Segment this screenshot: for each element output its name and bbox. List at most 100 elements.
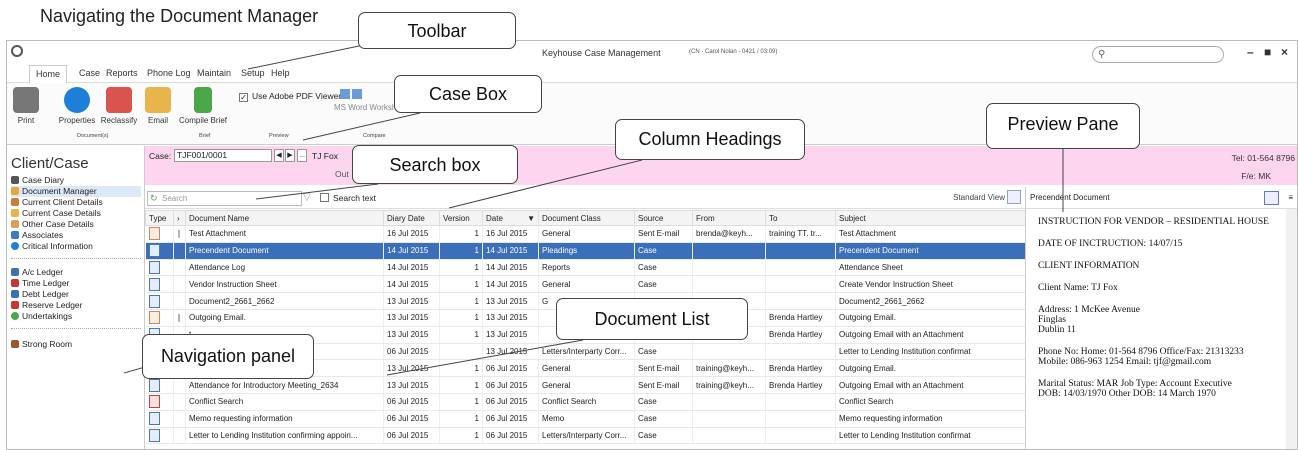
column-header[interactable]: To (765, 210, 836, 226)
cell-from[interactable] (692, 242, 766, 260)
attachment-cell[interactable] (173, 410, 186, 428)
cell-src[interactable]: Sent E-mail (634, 376, 693, 394)
cell-from[interactable] (692, 427, 766, 445)
nav-item-time-ledger[interactable]: Time Ledger (11, 278, 69, 289)
attachment-cell[interactable] (173, 242, 186, 260)
cell-src[interactable]: Case (634, 242, 693, 260)
cell-date[interactable]: 13 Jul 2015 (482, 309, 539, 327)
cell-diary[interactable]: 14 Jul 2015 (383, 259, 440, 277)
compile-brief-button[interactable]: Compile Brief (175, 87, 231, 125)
cell-subj[interactable]: Attendance Sheet (835, 259, 1026, 277)
table-row[interactable]: Letter to Lending Institution confirming… (145, 427, 1026, 445)
refresh-icon[interactable]: ↻ (150, 193, 158, 204)
cell-cls[interactable]: Pleadings (538, 242, 635, 260)
tab-maintain[interactable]: Maintain (197, 68, 231, 78)
cell-ver[interactable]: 1 (439, 292, 483, 310)
column-header[interactable]: Document Name (185, 210, 384, 226)
compare-icon[interactable] (340, 89, 350, 99)
cell-ver[interactable]: 1 (439, 225, 483, 243)
nav-item-case-diary[interactable]: Case Diary (11, 175, 64, 186)
cell-diary[interactable]: 14 Jul 2015 (383, 275, 440, 294)
table-row[interactable]: Vendor Instruction Sheet 14 Jul 2015 1 14 J… (145, 275, 1026, 294)
cell-cls[interactable]: General (538, 376, 635, 394)
cell-subj[interactable]: Outgoing Email with an Attachment (835, 326, 1026, 344)
cell-cls[interactable]: Reports (538, 259, 635, 277)
column-header[interactable]: Type (145, 210, 174, 226)
cell-subj[interactable]: Outgoing Email. (835, 309, 1026, 327)
cell-to[interactable]: Brenda Hartley (765, 359, 836, 378)
cell-src[interactable]: Case (634, 410, 693, 428)
search-text-checkbox[interactable]: Search text (320, 193, 376, 203)
print-button[interactable]: Print (13, 87, 39, 125)
nav-item-reserve-ledger[interactable]: Reserve Ledger (11, 300, 82, 311)
close-icon[interactable]: × (1281, 45, 1288, 59)
column-header[interactable]: Document Class (538, 210, 635, 226)
tab-help[interactable]: Help (271, 68, 290, 78)
cell-diary[interactable]: 13 Jul 2015 (383, 359, 440, 378)
compare-icon-2[interactable] (352, 89, 362, 99)
cell-from[interactable] (692, 343, 766, 361)
cell-to[interactable] (765, 343, 836, 361)
cell-ver[interactable]: 1 (439, 259, 483, 277)
case-input[interactable]: TJF001/0001 (174, 149, 272, 162)
cell-name[interactable]: Memo requesting information (185, 410, 384, 428)
column-header[interactable]: Diary Date (383, 210, 440, 226)
column-header[interactable]: Source (634, 210, 693, 226)
column-header[interactable]: Version (439, 210, 483, 226)
filter-icon[interactable]: ▽ (303, 192, 311, 203)
cell-name[interactable]: Document2_2661_2662 (185, 292, 384, 310)
email-button[interactable]: Email (145, 87, 171, 125)
cell-src[interactable]: Case (634, 393, 693, 411)
attachment-cell[interactable]: ∥ (173, 309, 186, 327)
doc-type-cell[interactable] (145, 242, 174, 260)
cell-to[interactable] (765, 259, 836, 277)
cell-diary[interactable]: 06 Jul 2015 (383, 343, 440, 361)
cell-src[interactable]: Sent E-mail (634, 225, 693, 243)
doc-type-cell[interactable] (145, 393, 174, 411)
cell-date[interactable]: 06 Jul 2015 (482, 376, 539, 394)
cell-src[interactable]: Case (634, 275, 693, 294)
doc-type-cell[interactable] (145, 309, 174, 327)
doc-type-cell[interactable] (145, 410, 174, 428)
doc-type-cell[interactable] (145, 376, 174, 394)
cell-from[interactable]: brenda@keyh... (692, 225, 766, 243)
preview-dock-icon[interactable] (1264, 191, 1279, 205)
attachment-cell[interactable] (173, 259, 186, 277)
preview-scrollbar[interactable] (1286, 209, 1297, 449)
document-search-input[interactable]: ↻ Search (147, 191, 302, 206)
cell-ver[interactable]: 1 (439, 242, 483, 260)
nav-item-debt-ledger[interactable]: Debt Ledger (11, 289, 69, 300)
cell-to[interactable] (765, 242, 836, 260)
cell-ver[interactable]: 1 (439, 326, 483, 344)
nav-item-ac-ledger[interactable]: A/c Ledger (11, 267, 63, 278)
cell-src[interactable]: Case (634, 259, 693, 277)
cell-src[interactable]: Sent E-mail (634, 359, 693, 378)
cell-subj[interactable]: Document2_2661_2662 (835, 292, 1026, 310)
cell-diary[interactable]: 13 Jul 2015 (383, 292, 440, 310)
cell-subj[interactable]: Precendent Document (835, 242, 1026, 260)
cell-subj[interactable]: Letter to Lending Institution confirmat (835, 343, 1026, 361)
attachment-cell[interactable] (173, 393, 186, 411)
view-icon[interactable] (1007, 190, 1021, 204)
use-adobe-checkbox[interactable]: ✓ Use Adobe PDF Viewer (239, 91, 341, 102)
doc-type-cell[interactable] (145, 292, 174, 310)
tab-case[interactable]: Case (79, 68, 100, 78)
cell-from[interactable] (692, 259, 766, 277)
cell-diary[interactable]: 13 Jul 2015 (383, 326, 440, 344)
prev-case-icon[interactable]: ◀ (274, 149, 284, 162)
cell-date[interactable]: 13 Jul 2015 (482, 326, 539, 344)
cell-name[interactable]: Letter to Lending Institution confirming… (185, 427, 384, 445)
cell-ver[interactable]: 1 (439, 410, 483, 428)
doc-type-cell[interactable] (145, 427, 174, 445)
cell-date[interactable]: 06 Jul 2015 (482, 359, 539, 378)
tab-setup[interactable]: Setup (241, 68, 265, 78)
cell-name[interactable]: Precendent Document (185, 242, 384, 260)
nav-item-undertakings[interactable]: Undertakings (11, 311, 72, 322)
doc-type-cell[interactable] (145, 275, 174, 294)
cell-cls[interactable]: Letters/Interparty Corr... (538, 343, 635, 361)
cell-cls[interactable]: General (538, 225, 635, 243)
cell-ver[interactable]: 1 (439, 393, 483, 411)
table-row[interactable]: Memo requesting information 06 Jul 2015 1 0… (145, 410, 1026, 428)
cell-date[interactable]: 06 Jul 2015 (482, 427, 539, 445)
cell-from[interactable] (692, 410, 766, 428)
